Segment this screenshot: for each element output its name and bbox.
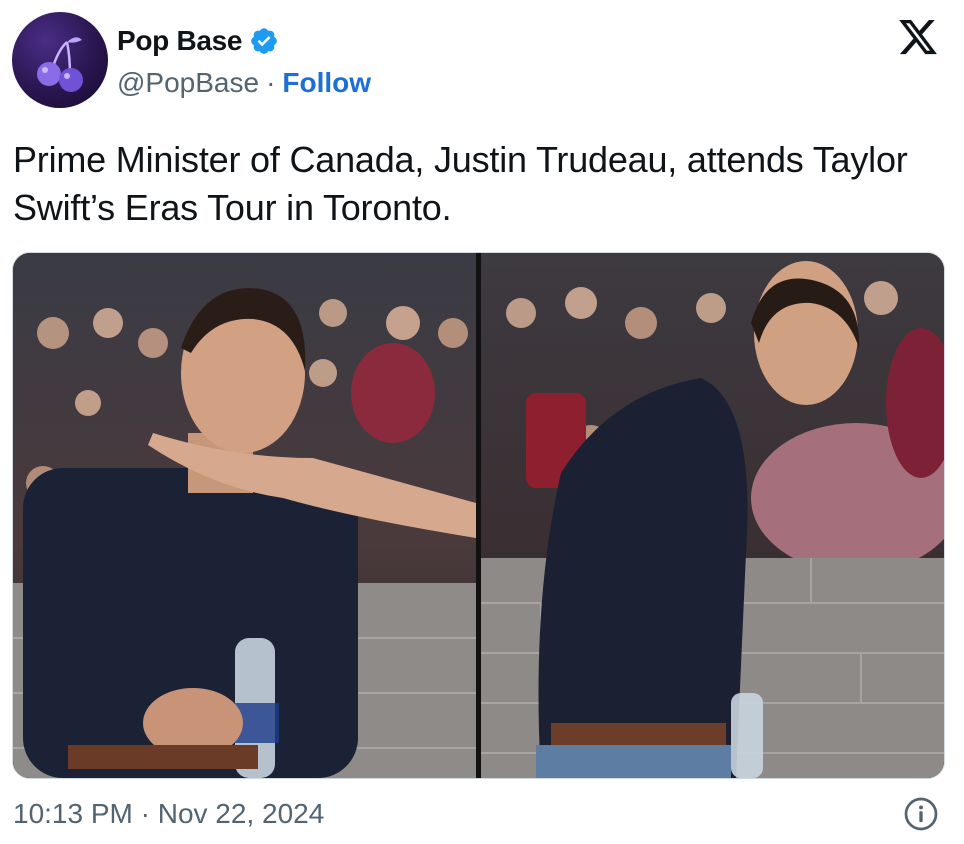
media-grid xyxy=(12,252,945,779)
tweet-text: Prime Minister of Canada, Justin Trudeau… xyxy=(13,139,908,228)
photo-concert-right[interactable] xyxy=(481,253,944,778)
follow-button[interactable]: Follow xyxy=(282,67,371,99)
info-icon[interactable] xyxy=(903,796,939,832)
handle-row: @PopBase · Follow xyxy=(117,65,371,101)
photo-concert-left[interactable] xyxy=(13,253,476,778)
tweet-footer: 10:13 PM · Nov 22, 2024 xyxy=(13,790,939,838)
cherry-icon xyxy=(37,37,83,92)
user-handle[interactable]: @PopBase xyxy=(117,67,259,99)
display-name[interactable]: Pop Base xyxy=(117,25,243,57)
separator-dot: · xyxy=(266,67,276,98)
name-row: Pop Base xyxy=(117,22,279,60)
x-logo-icon[interactable] xyxy=(896,16,940,58)
verified-badge-icon xyxy=(251,28,278,54)
tweet-header: Pop Base @PopBase · Follow xyxy=(12,12,952,108)
timestamp[interactable]: 10:13 PM · Nov 22, 2024 xyxy=(13,798,324,830)
avatar[interactable] xyxy=(12,12,108,108)
